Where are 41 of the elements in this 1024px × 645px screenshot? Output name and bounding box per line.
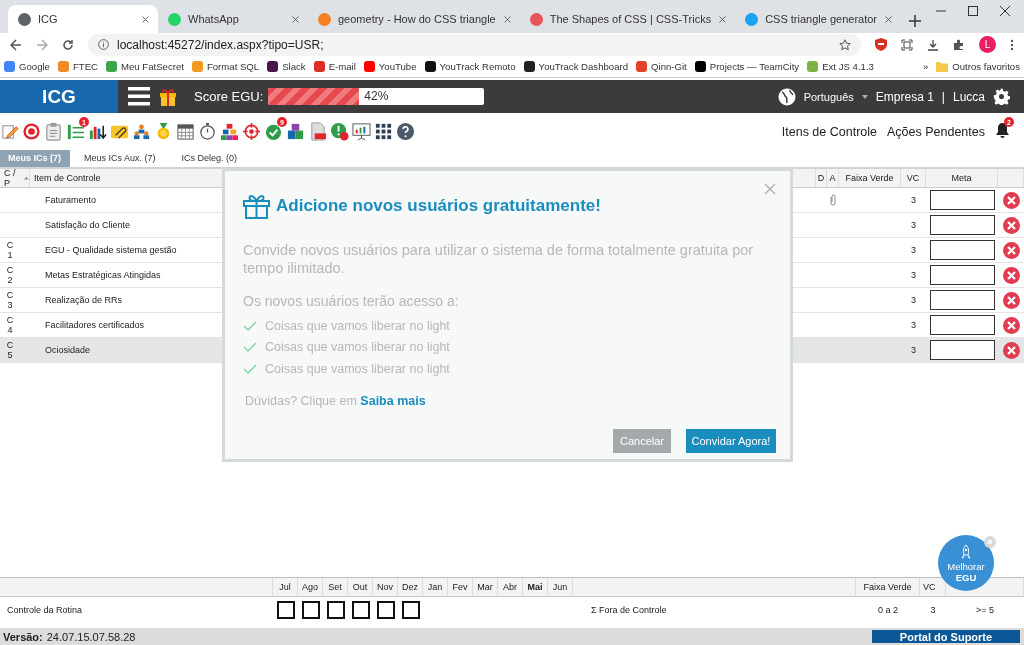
- version-number: 24.07.15.07.58.28: [46, 630, 136, 643]
- column-header: Faixa Verde: [856, 578, 920, 596]
- table-cell: C 2: [6, 265, 14, 285]
- table-cell: 3: [911, 345, 916, 355]
- benefit-text: Coisas que vamos liberar no light: [265, 361, 450, 376]
- table-cell: C 5: [6, 340, 14, 360]
- help-text: Dúvidas? Clique em Saiba mais: [245, 393, 427, 408]
- column-header: A: [827, 169, 839, 187]
- table-cell: Metas Estratégicas Atingidas: [45, 270, 161, 280]
- table-cell: 3: [930, 604, 936, 615]
- summary-label: Σ Fora de Controle: [591, 604, 667, 615]
- table-cell: 3: [911, 220, 916, 230]
- column-header: D: [816, 169, 827, 187]
- benefit-text: Coisas que vamos liberar no light: [265, 340, 450, 355]
- table-cell: 3: [911, 295, 916, 305]
- dialog-subtitle: Os novos usuários terão acesso a:: [243, 293, 460, 309]
- dialog-title: Adicione novos usuários gratuitamente!: [276, 196, 601, 216]
- column-header: Meta: [926, 169, 998, 187]
- table-cell: C 4: [6, 315, 14, 335]
- table-cell: 3: [911, 195, 916, 205]
- row-label: Controle da Rotina: [7, 604, 83, 615]
- table-cell: Satisfação do Cliente: [45, 220, 131, 230]
- table-cell: Realização de RRs: [45, 295, 123, 305]
- table-cell: 3: [911, 320, 916, 330]
- table-cell: C 1: [6, 240, 14, 260]
- table-cell: C 3: [6, 290, 14, 310]
- table-cell: >= 5: [976, 604, 994, 615]
- table-cell: 3: [911, 270, 916, 280]
- table-cell: Ociosidade: [45, 345, 91, 355]
- column-header: Faixa Verde: [839, 169, 901, 187]
- table-cell: 0 a 2: [878, 604, 898, 615]
- version-label: Versão:: [3, 630, 43, 643]
- column-header: VC: [901, 169, 926, 187]
- table-cell: Facilitadores certificados: [45, 320, 145, 330]
- benefit-text: Coisas que vamos liberar no light: [265, 318, 450, 333]
- score-label: Score EGU:: [194, 89, 264, 104]
- table-cell: EGU - Qualidade sistema gestão: [45, 245, 177, 255]
- table-cell: 3: [911, 245, 916, 255]
- table-cell: Faturamento: [45, 195, 97, 205]
- separator: |: [941, 89, 945, 104]
- score-value: 42%: [364, 89, 389, 103]
